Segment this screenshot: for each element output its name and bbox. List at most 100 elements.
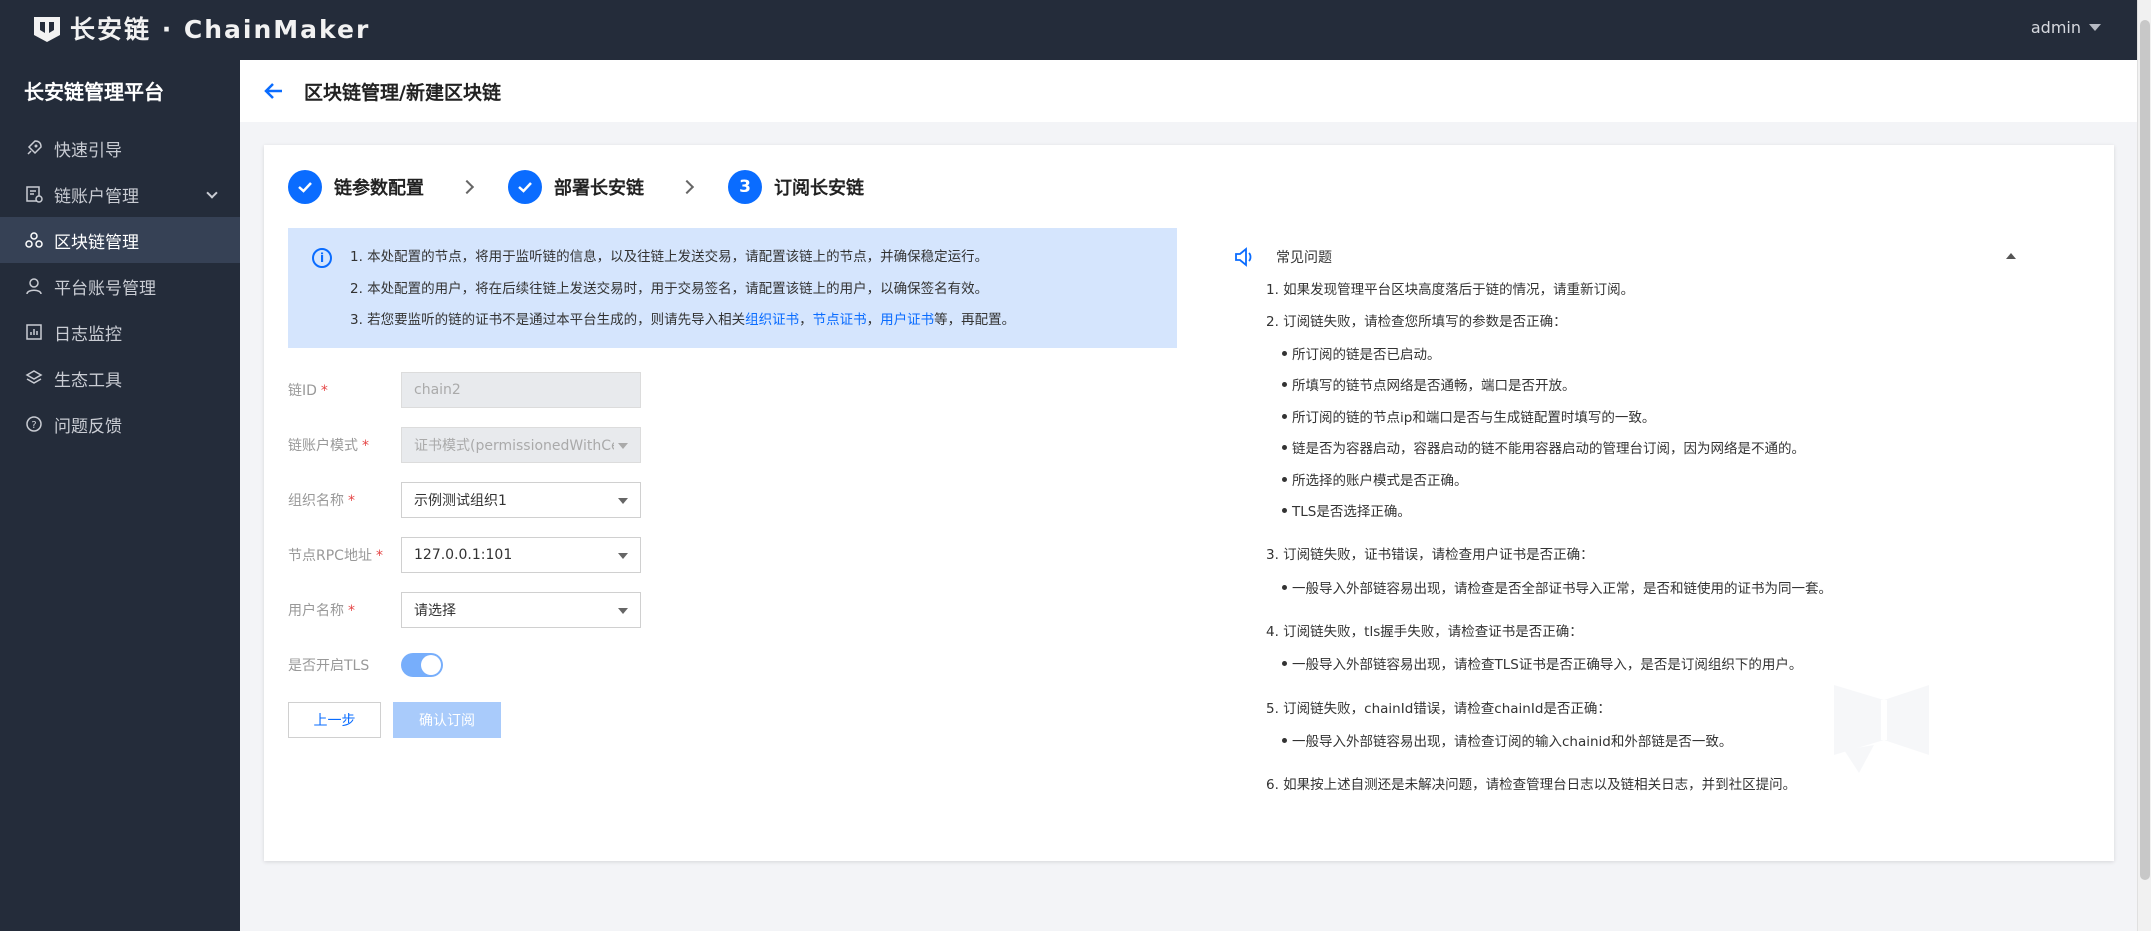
faq-bullet: 所选择的账户模式是否正确。 bbox=[1282, 469, 1468, 489]
faq-bullet: TLS是否选择正确。 bbox=[1282, 500, 1411, 520]
sidebar-item-feedback[interactable]: ? 问题反馈 bbox=[0, 401, 240, 447]
user-cert-link[interactable]: 用户证书 bbox=[880, 312, 934, 328]
info-text: 3. 若您要监听的链的证书不是通过本平台生成的，则请先导入相关 bbox=[350, 312, 746, 328]
step-number: 3 bbox=[728, 170, 762, 204]
collapse-caret-icon[interactable] bbox=[2006, 253, 2016, 259]
tls-toggle[interactable] bbox=[401, 653, 443, 677]
sidebar-item-label: 平台账号管理 bbox=[54, 278, 156, 299]
faq-bullet: 所订阅的链是否已启动。 bbox=[1282, 343, 1441, 363]
info-line-2: 2. 本处配置的用户，将在后续往链上发送交易时，用于交易签名，请配置该链上的用户… bbox=[350, 281, 989, 297]
account-mode-value: 证书模式(permissionedWithCert) bbox=[414, 438, 614, 454]
chevron-right-icon bbox=[679, 179, 695, 195]
user-name-placeholder: 请选择 bbox=[414, 603, 456, 619]
faq-bullet: 一般导入外部链容易出现，请检查TLS证书是否正确导入，是否是订阅组织下的用户。 bbox=[1281, 653, 1802, 673]
sidebar-item-quick-guide[interactable]: 快速引导 bbox=[0, 125, 240, 171]
faq-item: 3. 订阅链失败，证书错误，请检查用户证书是否正确： bbox=[1266, 547, 1594, 563]
sidebar-item-blockchain[interactable]: 区块链管理 bbox=[0, 217, 240, 263]
faq-bullet: 所填写的链节点网络是否通畅，端口是否开放。 bbox=[1282, 374, 1576, 394]
faq-bullet: 所订阅的链的节点ip和端口是否与生成链配置时填写的一致。 bbox=[1281, 406, 1655, 426]
user-name-select[interactable]: 请选择 bbox=[401, 592, 641, 628]
info-text: ， bbox=[799, 312, 813, 328]
sidebar-item-log-monitor[interactable]: 日志监控 bbox=[0, 309, 240, 355]
page-title: 区块链管理/新建区块链 bbox=[304, 81, 501, 104]
step-1: 链参数配置 bbox=[288, 170, 424, 204]
sidebar: 长安链管理平台 快速引导 链账户管理 区块链管理 平台账号管理 日志监控 生态工… bbox=[0, 60, 240, 931]
org-name-label: 组织名称 * bbox=[288, 493, 355, 509]
faq-item: 2. 订阅链失败，请检查您所填写的参数是否正确： bbox=[1266, 314, 1567, 330]
faq-item: 1. 如果发现管理平台区块高度落后于链的情况，请重新订阅。 bbox=[1266, 282, 1635, 298]
brand-name: 长安链 · ChainMaker bbox=[70, 15, 371, 44]
sidebar-item-label: 快速引导 bbox=[54, 140, 122, 161]
rocket-icon bbox=[24, 138, 44, 158]
faq-item: 6. 如果按上述自测还是未解决问题，请检查管理台日志以及链相关日志，并到社区提问… bbox=[1266, 777, 1797, 793]
faq-panel: 常见问题 bbox=[1224, 245, 2094, 269]
check-icon bbox=[288, 170, 322, 204]
chevron-right-icon bbox=[459, 179, 475, 195]
dropdown-caret-icon bbox=[618, 443, 628, 449]
info-line-1: 1. 本处配置的节点，将用于监听链的信息，以及往链上发送交易，请配置该链上的节点… bbox=[350, 249, 989, 265]
svg-text:?: ? bbox=[31, 420, 36, 431]
sidebar-item-label: 链账户管理 bbox=[54, 186, 139, 207]
account-mode-label: 链账户模式 * bbox=[288, 438, 369, 454]
step-3: 3 订阅长安链 bbox=[728, 170, 864, 204]
layers-icon bbox=[24, 368, 44, 388]
speaker-icon bbox=[1235, 247, 1252, 267]
main-card: 链参数配置 部署长安链 3 订阅长安链 i 1. 本处配置的节点，将用于监听链的… bbox=[264, 145, 2114, 861]
chainmaker-logo-icon bbox=[34, 17, 60, 42]
top-bar: 长安链 · ChainMaker admin bbox=[0, 0, 2151, 60]
info-notice: i 1. 本处配置的节点，将用于监听链的信息，以及往链上发送交易，请配置该链上的… bbox=[288, 228, 1177, 348]
account-mode-select: 证书模式(permissionedWithCert) bbox=[401, 427, 641, 463]
org-cert-link[interactable]: 组织证书 bbox=[745, 312, 799, 328]
platform-title: 长安链管理平台 bbox=[24, 80, 164, 104]
faq-header[interactable]: 常见问题 bbox=[1224, 245, 2094, 269]
user-icon bbox=[24, 276, 44, 296]
step-2: 部署长安链 bbox=[508, 170, 644, 204]
chain-id-field: chain2 bbox=[401, 372, 641, 408]
prev-step-button[interactable]: 上一步 bbox=[288, 702, 381, 738]
vertical-scrollbar[interactable] bbox=[2137, 0, 2151, 931]
sidebar-item-eco-tools[interactable]: 生态工具 bbox=[0, 355, 240, 401]
user-menu[interactable]: admin bbox=[2031, 18, 2101, 37]
dropdown-caret-icon bbox=[618, 553, 628, 559]
question-icon: ? bbox=[24, 414, 44, 434]
info-text: ， bbox=[866, 312, 881, 328]
chevron-down-icon bbox=[2089, 24, 2101, 31]
faq-bullet: 链是否为容器启动，容器启动的链不能用容器启动的管理台订阅，因为网络是不通的。 bbox=[1282, 437, 1805, 457]
faq-item: 5. 订阅链失败，chainId错误，请检查chainId是否正确： bbox=[1266, 701, 1611, 717]
step-label: 链参数配置 bbox=[334, 178, 424, 199]
dropdown-caret-icon bbox=[618, 608, 628, 614]
toggle-knob bbox=[421, 655, 441, 675]
page-header: 区块链管理/新建区块链 bbox=[240, 60, 2137, 122]
info-text: 等，再配置。 bbox=[934, 312, 1016, 328]
rpc-addr-select[interactable]: 127.0.0.1:101 bbox=[401, 537, 641, 573]
scrollbar-thumb[interactable] bbox=[2140, 20, 2150, 880]
sidebar-item-label: 区块链管理 bbox=[54, 232, 139, 253]
sidebar-item-label: 日志监控 bbox=[54, 324, 122, 345]
username: admin bbox=[2030, 18, 2081, 37]
faq-bullet: 一般导入外部链容易出现，请检查订阅的输入chainid和外部链是否一致。 bbox=[1281, 730, 1732, 750]
faq-bullet: 一般导入外部链容易出现，请检查是否全部证书导入正常，是否和链使用的证书为同一套。 bbox=[1282, 577, 1832, 597]
sidebar-item-chain-accounts[interactable]: 链账户管理 bbox=[0, 171, 240, 217]
megaphone-watermark-icon bbox=[1834, 685, 1929, 773]
back-arrow-icon[interactable] bbox=[262, 79, 286, 103]
org-name-value: 示例测试组织1 bbox=[414, 493, 507, 509]
confirm-subscribe-button[interactable]: 确认订阅 bbox=[393, 702, 501, 738]
org-name-select[interactable]: 示例测试组织1 bbox=[401, 482, 641, 518]
step-label: 订阅长安链 bbox=[774, 178, 864, 199]
rpc-addr-row: 节点RPC地址 * 127.0.0.1:101 bbox=[288, 537, 641, 573]
user-name-label: 用户名称 * bbox=[288, 603, 355, 619]
faq-item: 4. 订阅链失败，tls握手失败，请检查证书是否正确： bbox=[1266, 624, 1583, 640]
step-label: 部署长安链 bbox=[554, 178, 644, 199]
node-cert-link[interactable]: 节点证书 bbox=[813, 312, 867, 328]
info-icon: i bbox=[312, 248, 332, 268]
brand-logo[interactable]: 长安链 · ChainMaker bbox=[32, 10, 370, 46]
chart-icon bbox=[24, 322, 44, 342]
org-name-row: 组织名称 * 示例测试组织1 bbox=[288, 482, 641, 518]
tls-label: 是否开启TLS bbox=[288, 658, 370, 674]
check-icon bbox=[508, 170, 542, 204]
blockchain-icon bbox=[24, 230, 44, 250]
sidebar-item-platform-accounts[interactable]: 平台账号管理 bbox=[0, 263, 240, 309]
stepper: 链参数配置 部署长安链 3 订阅长安链 bbox=[288, 169, 864, 205]
chain-id-row: 链ID * chain2 bbox=[288, 372, 641, 408]
faq-title: 常见问题 bbox=[1276, 250, 1332, 266]
